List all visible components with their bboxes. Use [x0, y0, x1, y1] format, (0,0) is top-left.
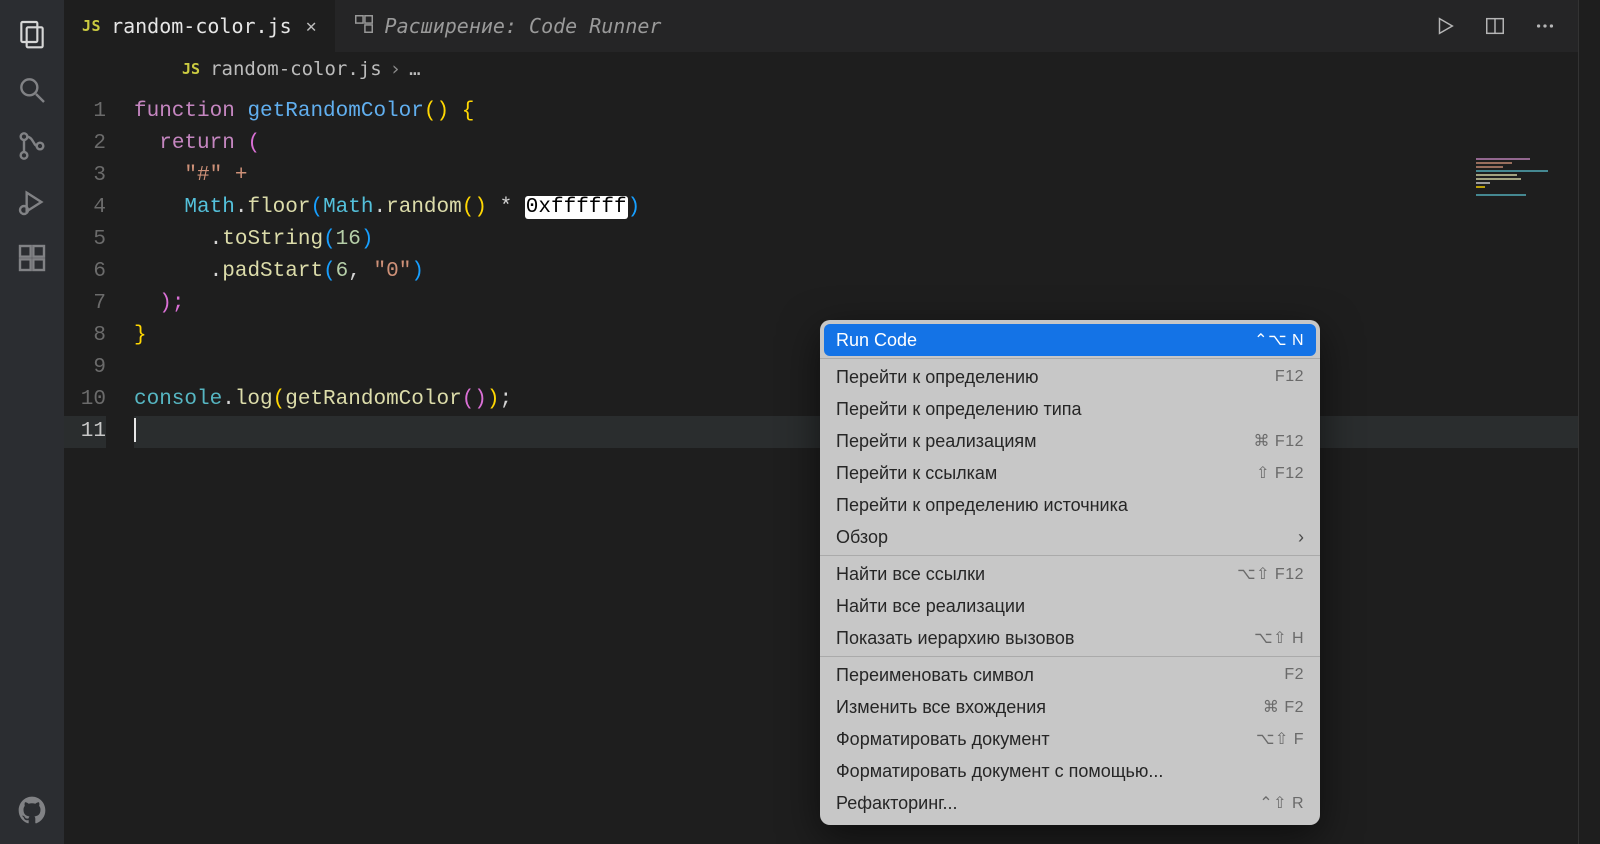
tab-bar: JS random-color.js ✕ Расширение: Code Ru…	[64, 0, 1578, 52]
breadcrumb[interactable]: JS random-color.js › …	[64, 52, 1578, 86]
context-menu-item[interactable]: Run Code⌃⌥ N	[824, 324, 1316, 356]
line-number: 3	[64, 160, 106, 192]
minimap[interactable]	[1476, 156, 1566, 226]
context-menu-item[interactable]: Обзор›	[820, 521, 1320, 553]
split-editor-icon[interactable]	[1484, 15, 1506, 37]
chevron-right-icon: ›	[390, 58, 401, 80]
menu-item-label: Показать иерархию вызовов	[836, 628, 1254, 649]
context-menu-item[interactable]: Перейти к реализациям⌘ F12	[820, 425, 1320, 457]
menu-item-shortcut: ⇧ F12	[1256, 463, 1304, 483]
run-icon[interactable]	[1434, 15, 1456, 37]
menu-item-shortcut: ⌥⇧ H	[1254, 628, 1304, 648]
line-number: 11	[64, 416, 106, 448]
context-menu-item[interactable]: Перейти к ссылкам⇧ F12	[820, 457, 1320, 489]
line-number: 8	[64, 320, 106, 352]
line-number: 7	[64, 288, 106, 320]
editor-context-menu: Run Code⌃⌥ NПерейти к определениюF12Пере…	[820, 320, 1320, 825]
menu-item-label: Форматировать документ с помощью...	[836, 761, 1304, 782]
close-icon[interactable]: ✕	[306, 16, 317, 37]
search-highlight: 0xffffff	[525, 196, 628, 219]
menu-item-shortcut: F12	[1275, 368, 1304, 386]
menu-item-label: Перейти к ссылкам	[836, 463, 1256, 484]
menu-item-label: Найти все реализации	[836, 596, 1304, 617]
run-debug-icon[interactable]	[16, 186, 48, 218]
menu-item-label: Обзор	[836, 527, 1298, 548]
context-menu-item[interactable]: Переименовать символF2	[820, 659, 1320, 691]
line-number: 10	[64, 384, 106, 416]
context-menu-item[interactable]: Найти все ссылки⌥⇧ F12	[820, 558, 1320, 590]
menu-item-shortcut: ⌘ F2	[1263, 697, 1304, 717]
menu-item-label: Переименовать символ	[836, 665, 1284, 686]
context-menu-item[interactable]: Форматировать документ⌥⇧ F	[820, 723, 1320, 755]
line-number: 2	[64, 128, 106, 160]
right-gutter	[1578, 0, 1600, 844]
tab-label: Расширение: Code Runner	[385, 14, 662, 38]
menu-item-label: Форматировать документ	[836, 729, 1256, 750]
editor-actions	[1434, 0, 1578, 52]
context-menu-item[interactable]: Изменить все вхождения⌘ F2	[820, 691, 1320, 723]
activity-bar	[0, 0, 64, 844]
context-menu-item[interactable]: Форматировать документ с помощью...	[820, 755, 1320, 787]
tab-label: random-color.js	[111, 14, 292, 38]
context-menu-item[interactable]: Перейти к определению типа	[820, 393, 1320, 425]
menu-item-label: Рефакторинг...	[836, 793, 1259, 814]
menu-item-shortcut: ⌘ F12	[1253, 431, 1304, 451]
menu-item-shortcut: F2	[1284, 666, 1304, 684]
context-menu-item[interactable]: Перейти к определению источника	[820, 489, 1320, 521]
context-menu-item[interactable]: Показать иерархию вызовов⌥⇧ H	[820, 622, 1320, 654]
line-number: 9	[64, 352, 106, 384]
tab-extension-coderunner[interactable]: Расширение: Code Runner	[335, 0, 680, 52]
breadcrumb-rest: …	[409, 58, 420, 80]
menu-item-shortcut: ⌃⇧ R	[1259, 793, 1304, 813]
tab-random-color[interactable]: JS random-color.js ✕	[64, 0, 335, 52]
line-number: 1	[64, 96, 106, 128]
text-cursor	[134, 418, 136, 442]
menu-item-label: Изменить все вхождения	[836, 697, 1263, 718]
more-actions-icon[interactable]	[1534, 15, 1556, 37]
context-menu-item[interactable]: Рефакторинг...⌃⇧ R	[820, 787, 1320, 819]
menu-item-shortcut: ⌥⇧ F	[1256, 729, 1304, 749]
context-menu-item[interactable]: Перейти к определениюF12	[820, 361, 1320, 393]
extensions-icon[interactable]	[16, 242, 48, 274]
extension-icon	[353, 13, 375, 40]
line-gutter: 1234567891011	[64, 86, 134, 844]
github-icon[interactable]	[16, 794, 48, 826]
menu-item-shortcut: ⌥⇧ F12	[1237, 564, 1304, 584]
js-file-icon: JS	[182, 60, 200, 78]
breadcrumb-file: random-color.js	[210, 58, 382, 80]
js-file-icon: JS	[82, 17, 101, 35]
context-menu-item[interactable]: Найти все реализации	[820, 590, 1320, 622]
menu-item-label: Найти все ссылки	[836, 564, 1237, 585]
menu-item-label: Run Code	[836, 330, 1254, 351]
search-icon[interactable]	[16, 74, 48, 106]
menu-item-label: Перейти к реализациям	[836, 431, 1253, 452]
chevron-right-icon: ›	[1298, 527, 1304, 548]
line-number: 4	[64, 192, 106, 224]
menu-item-label: Перейти к определению	[836, 367, 1275, 388]
source-control-icon[interactable]	[16, 130, 48, 162]
explorer-icon[interactable]	[16, 18, 48, 50]
menu-item-label: Перейти к определению источника	[836, 495, 1304, 516]
line-number: 6	[64, 256, 106, 288]
menu-item-shortcut: ⌃⌥ N	[1254, 330, 1304, 350]
menu-item-label: Перейти к определению типа	[836, 399, 1304, 420]
line-number: 5	[64, 224, 106, 256]
